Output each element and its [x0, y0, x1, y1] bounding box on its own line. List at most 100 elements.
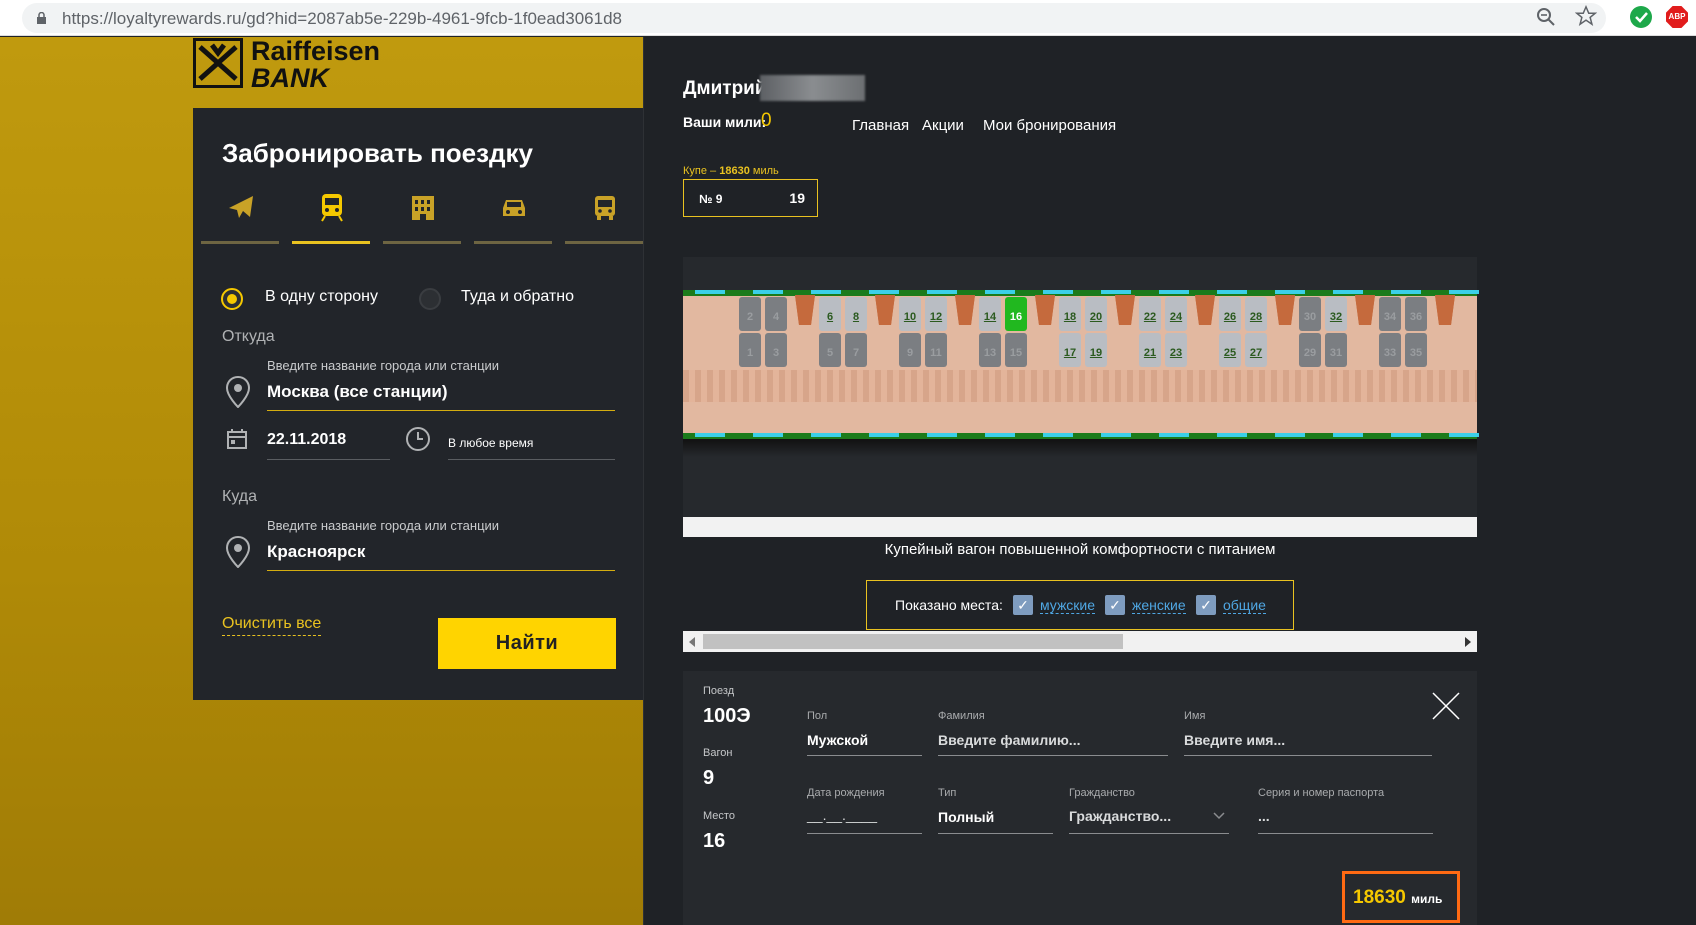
citizenship-label: Гражданство — [1069, 787, 1135, 799]
filter-female-checkbox[interactable]: ✓ — [1105, 595, 1125, 615]
seat-upper-10[interactable]: 10 — [899, 297, 921, 331]
radio-round-trip[interactable] — [419, 288, 441, 310]
from-label: Откуда — [222, 328, 275, 345]
chevron-down-icon — [1213, 812, 1225, 820]
filter-male-label[interactable]: мужские — [1040, 597, 1096, 614]
scroll-thumb[interactable] — [703, 634, 1123, 649]
tab-flights[interactable] — [201, 180, 279, 244]
seat-lower-27[interactable]: 27 — [1245, 333, 1267, 367]
wagon-label: Вагон — [703, 747, 733, 759]
tab-buses[interactable] — [565, 180, 643, 244]
car-icon — [503, 200, 525, 216]
seat-upper-28[interactable]: 28 — [1245, 297, 1267, 331]
window-mark — [869, 290, 899, 294]
seat-upper-18[interactable]: 18 — [1059, 297, 1081, 331]
seat-upper-14[interactable]: 14 — [979, 297, 1001, 331]
wagon-free-seats: 19 — [789, 190, 805, 206]
surname-input[interactable]: Введите фамилию... — [938, 732, 1080, 748]
seat-lower-17[interactable]: 17 — [1059, 333, 1081, 367]
seat-upper-4: 4 — [765, 297, 787, 331]
window-mark — [985, 290, 1015, 294]
adblock-icon[interactable]: ABP — [1666, 6, 1688, 28]
seat-upper-16[interactable]: 16 — [1005, 297, 1027, 331]
name-input[interactable]: Введите имя... — [1184, 732, 1285, 748]
clear-all-link[interactable]: Очистить все — [222, 615, 322, 636]
nav-promos-link[interactable]: Акции — [922, 117, 964, 134]
price-value: 18630 — [1353, 887, 1406, 908]
seat-lower-33: 33 — [1379, 333, 1401, 367]
citizenship-select[interactable]: Гражданство... — [1069, 808, 1171, 824]
seat-upper-20[interactable]: 20 — [1085, 297, 1107, 331]
seat-upper-32[interactable]: 32 — [1325, 297, 1347, 331]
seat-upper-12[interactable]: 12 — [925, 297, 947, 331]
plane-icon — [229, 196, 253, 218]
window-mark — [1391, 290, 1421, 294]
bookmark-star-icon[interactable] — [1575, 5, 1597, 27]
horizontal-scrollbar[interactable] — [683, 631, 1477, 652]
tab-cars[interactable] — [474, 180, 552, 244]
citizenship-underline — [1069, 833, 1229, 834]
seat-lower-25[interactable]: 25 — [1219, 333, 1241, 367]
window-mark — [695, 433, 725, 437]
filter-female-label[interactable]: женские — [1132, 597, 1186, 614]
from-input[interactable]: Москва (все станции) — [267, 382, 448, 402]
window-mark — [869, 433, 899, 437]
seat-upper-24[interactable]: 24 — [1165, 297, 1187, 331]
filter-male-checkbox[interactable]: ✓ — [1013, 595, 1033, 615]
wagon-number: № 9 — [699, 192, 723, 206]
seat-upper-30: 30 — [1299, 297, 1321, 331]
time-input[interactable]: В любое время — [448, 436, 533, 450]
find-button[interactable]: Найти — [438, 618, 616, 669]
passport-underline — [1258, 833, 1433, 834]
seat-lower-21[interactable]: 21 — [1139, 333, 1161, 367]
seat-lower-19[interactable]: 19 — [1085, 333, 1107, 367]
passport-input[interactable]: ... — [1258, 808, 1270, 824]
window-mark — [1043, 290, 1073, 294]
tab-trains[interactable] — [292, 180, 370, 244]
address-bar[interactable]: https://loyaltyrewards.ru/gd?hid=2087ab5… — [22, 3, 1606, 33]
birth-input[interactable]: __.__.____ — [807, 807, 877, 823]
radio-one-way[interactable] — [221, 288, 243, 310]
wagon-selector[interactable]: № 9 19 — [683, 179, 818, 217]
seat-lower-5: 5 — [819, 333, 841, 367]
tab-hotels[interactable] — [383, 180, 461, 244]
from-hint: Введите название города или станции — [267, 358, 500, 373]
type-label: Тип — [938, 787, 957, 799]
train-value: 100Э — [703, 705, 751, 727]
type-select[interactable]: Полный — [938, 809, 994, 825]
seat-upper-26[interactable]: 26 — [1219, 297, 1241, 331]
window-mark — [1217, 290, 1247, 294]
zoom-icon[interactable] — [1536, 7, 1556, 27]
seat-lower-23[interactable]: 23 — [1165, 333, 1187, 367]
wagon-map-footer — [683, 517, 1477, 537]
surname-label: Фамилия — [938, 710, 985, 722]
date-input[interactable]: 22.11.2018 — [267, 431, 346, 449]
train-icon — [321, 194, 343, 222]
filter-common-checkbox[interactable]: ✓ — [1196, 595, 1216, 615]
to-input[interactable]: Красноярск — [267, 542, 365, 562]
seat-upper-8[interactable]: 8 — [845, 297, 867, 331]
to-label: Куда — [222, 488, 258, 505]
scroll-left-icon[interactable] — [689, 637, 695, 647]
booking-panel: Забронировать поездку В одну сторону Туд… — [193, 108, 643, 700]
seat-value: 16 — [703, 830, 726, 852]
extension-check-icon[interactable] — [1630, 6, 1652, 28]
surname-underline — [938, 755, 1168, 756]
raiffeisen-logo[interactable]: Raiffeisen BANK — [193, 38, 413, 92]
seat-lower-31: 31 — [1325, 333, 1347, 367]
seat-upper-22[interactable]: 22 — [1139, 297, 1161, 331]
gender-label: Пол — [807, 710, 828, 722]
window-mark — [753, 433, 783, 437]
close-icon[interactable] — [1431, 691, 1461, 721]
window-mark — [811, 290, 841, 294]
nav-bookings-link[interactable]: Мои бронирования — [983, 117, 1116, 134]
gender-select[interactable]: Мужской — [807, 732, 868, 748]
total-price: 18630 миль — [1342, 871, 1460, 923]
filter-common-label[interactable]: общие — [1223, 597, 1266, 614]
seat-upper-2: 2 — [739, 297, 761, 331]
type-underline — [938, 833, 1053, 834]
scroll-right-icon[interactable] — [1465, 637, 1471, 647]
window-mark — [1159, 290, 1189, 294]
nav-home-link[interactable]: Главная — [852, 117, 909, 134]
seat-upper-6[interactable]: 6 — [819, 297, 841, 331]
